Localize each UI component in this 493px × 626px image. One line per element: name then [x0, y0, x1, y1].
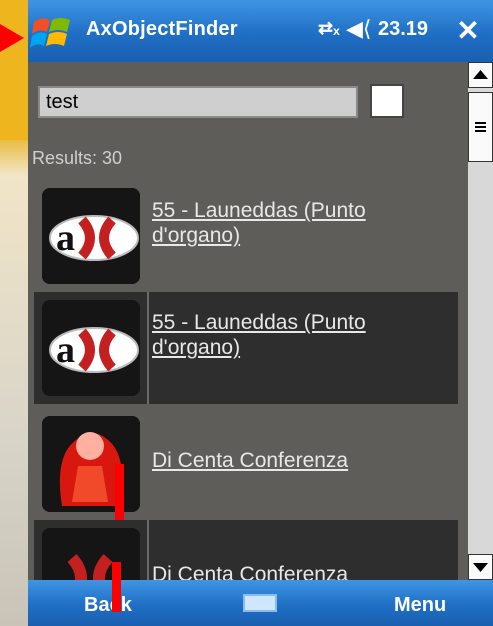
softkey-bar: Back Menu: [28, 580, 493, 626]
annotation-mark: [115, 464, 124, 520]
item-name[interactable]: 55 - Launeddas (Punto d'organo): [152, 310, 452, 360]
annotation-mark: [112, 562, 121, 612]
scroll-up-button[interactable]: [468, 62, 493, 88]
clock[interactable]: 23.19: [378, 18, 428, 41]
results-panel: Results: 30 a 55 - Launeddas (Punto d'or…: [28, 62, 468, 580]
back-softkey[interactable]: Back: [84, 594, 132, 617]
row-divider: [147, 292, 149, 404]
svg-text:a: a: [56, 217, 75, 259]
item-name[interactable]: Di Centa Conferenza: [152, 562, 452, 580]
list-item[interactable]: Di Centa Conferenza: [34, 408, 458, 520]
item-name[interactable]: Di Centa Conferenza: [152, 448, 452, 473]
item-name[interactable]: 55 - Launeddas (Punto d'organo): [152, 198, 452, 248]
ax-logo-icon: [42, 528, 140, 580]
ax-logo-icon: a: [42, 300, 140, 396]
windows-start-icon[interactable]: [30, 10, 78, 52]
title-bar: AxObjectFinder ⇄ₓ ◀⟨ 23.19 ✕: [28, 0, 493, 62]
list-item[interactable]: a 55 - Launeddas (Punto d'organo): [34, 292, 458, 404]
search-input[interactable]: [38, 86, 358, 118]
vertical-scrollbar[interactable]: [468, 62, 493, 580]
menu-softkey[interactable]: Menu: [394, 594, 446, 617]
scroll-thumb[interactable]: [468, 92, 493, 162]
grip-icon: [475, 122, 486, 132]
results-count: Results: 30: [32, 148, 123, 168]
arrow-up-icon: [473, 70, 488, 79]
list-item[interactable]: a 55 - Launeddas (Punto d'organo): [34, 180, 458, 292]
device-screen: AxObjectFinder ⇄ₓ ◀⟨ 23.19 ✕ Results: 30…: [28, 0, 493, 626]
annotation-arrow-icon: [0, 24, 24, 52]
red-figure-icon: [42, 416, 140, 512]
row-divider: [147, 520, 149, 580]
list-item[interactable]: Di Centa Conferenza: [34, 520, 458, 580]
arrow-down-icon: [473, 563, 488, 572]
ax-logo-icon: a: [42, 188, 140, 284]
volume-icon[interactable]: ◀⟨: [346, 16, 372, 42]
svg-text:a: a: [56, 329, 75, 371]
connectivity-icon[interactable]: ⇄ₓ: [318, 18, 340, 39]
close-icon: ✕: [456, 15, 480, 46]
scroll-down-button[interactable]: [468, 554, 493, 580]
option-checkbox[interactable]: [370, 84, 404, 118]
close-button[interactable]: ✕: [448, 12, 488, 50]
keyboard-icon[interactable]: [243, 594, 277, 612]
app-title: AxObjectFinder: [86, 18, 238, 40]
